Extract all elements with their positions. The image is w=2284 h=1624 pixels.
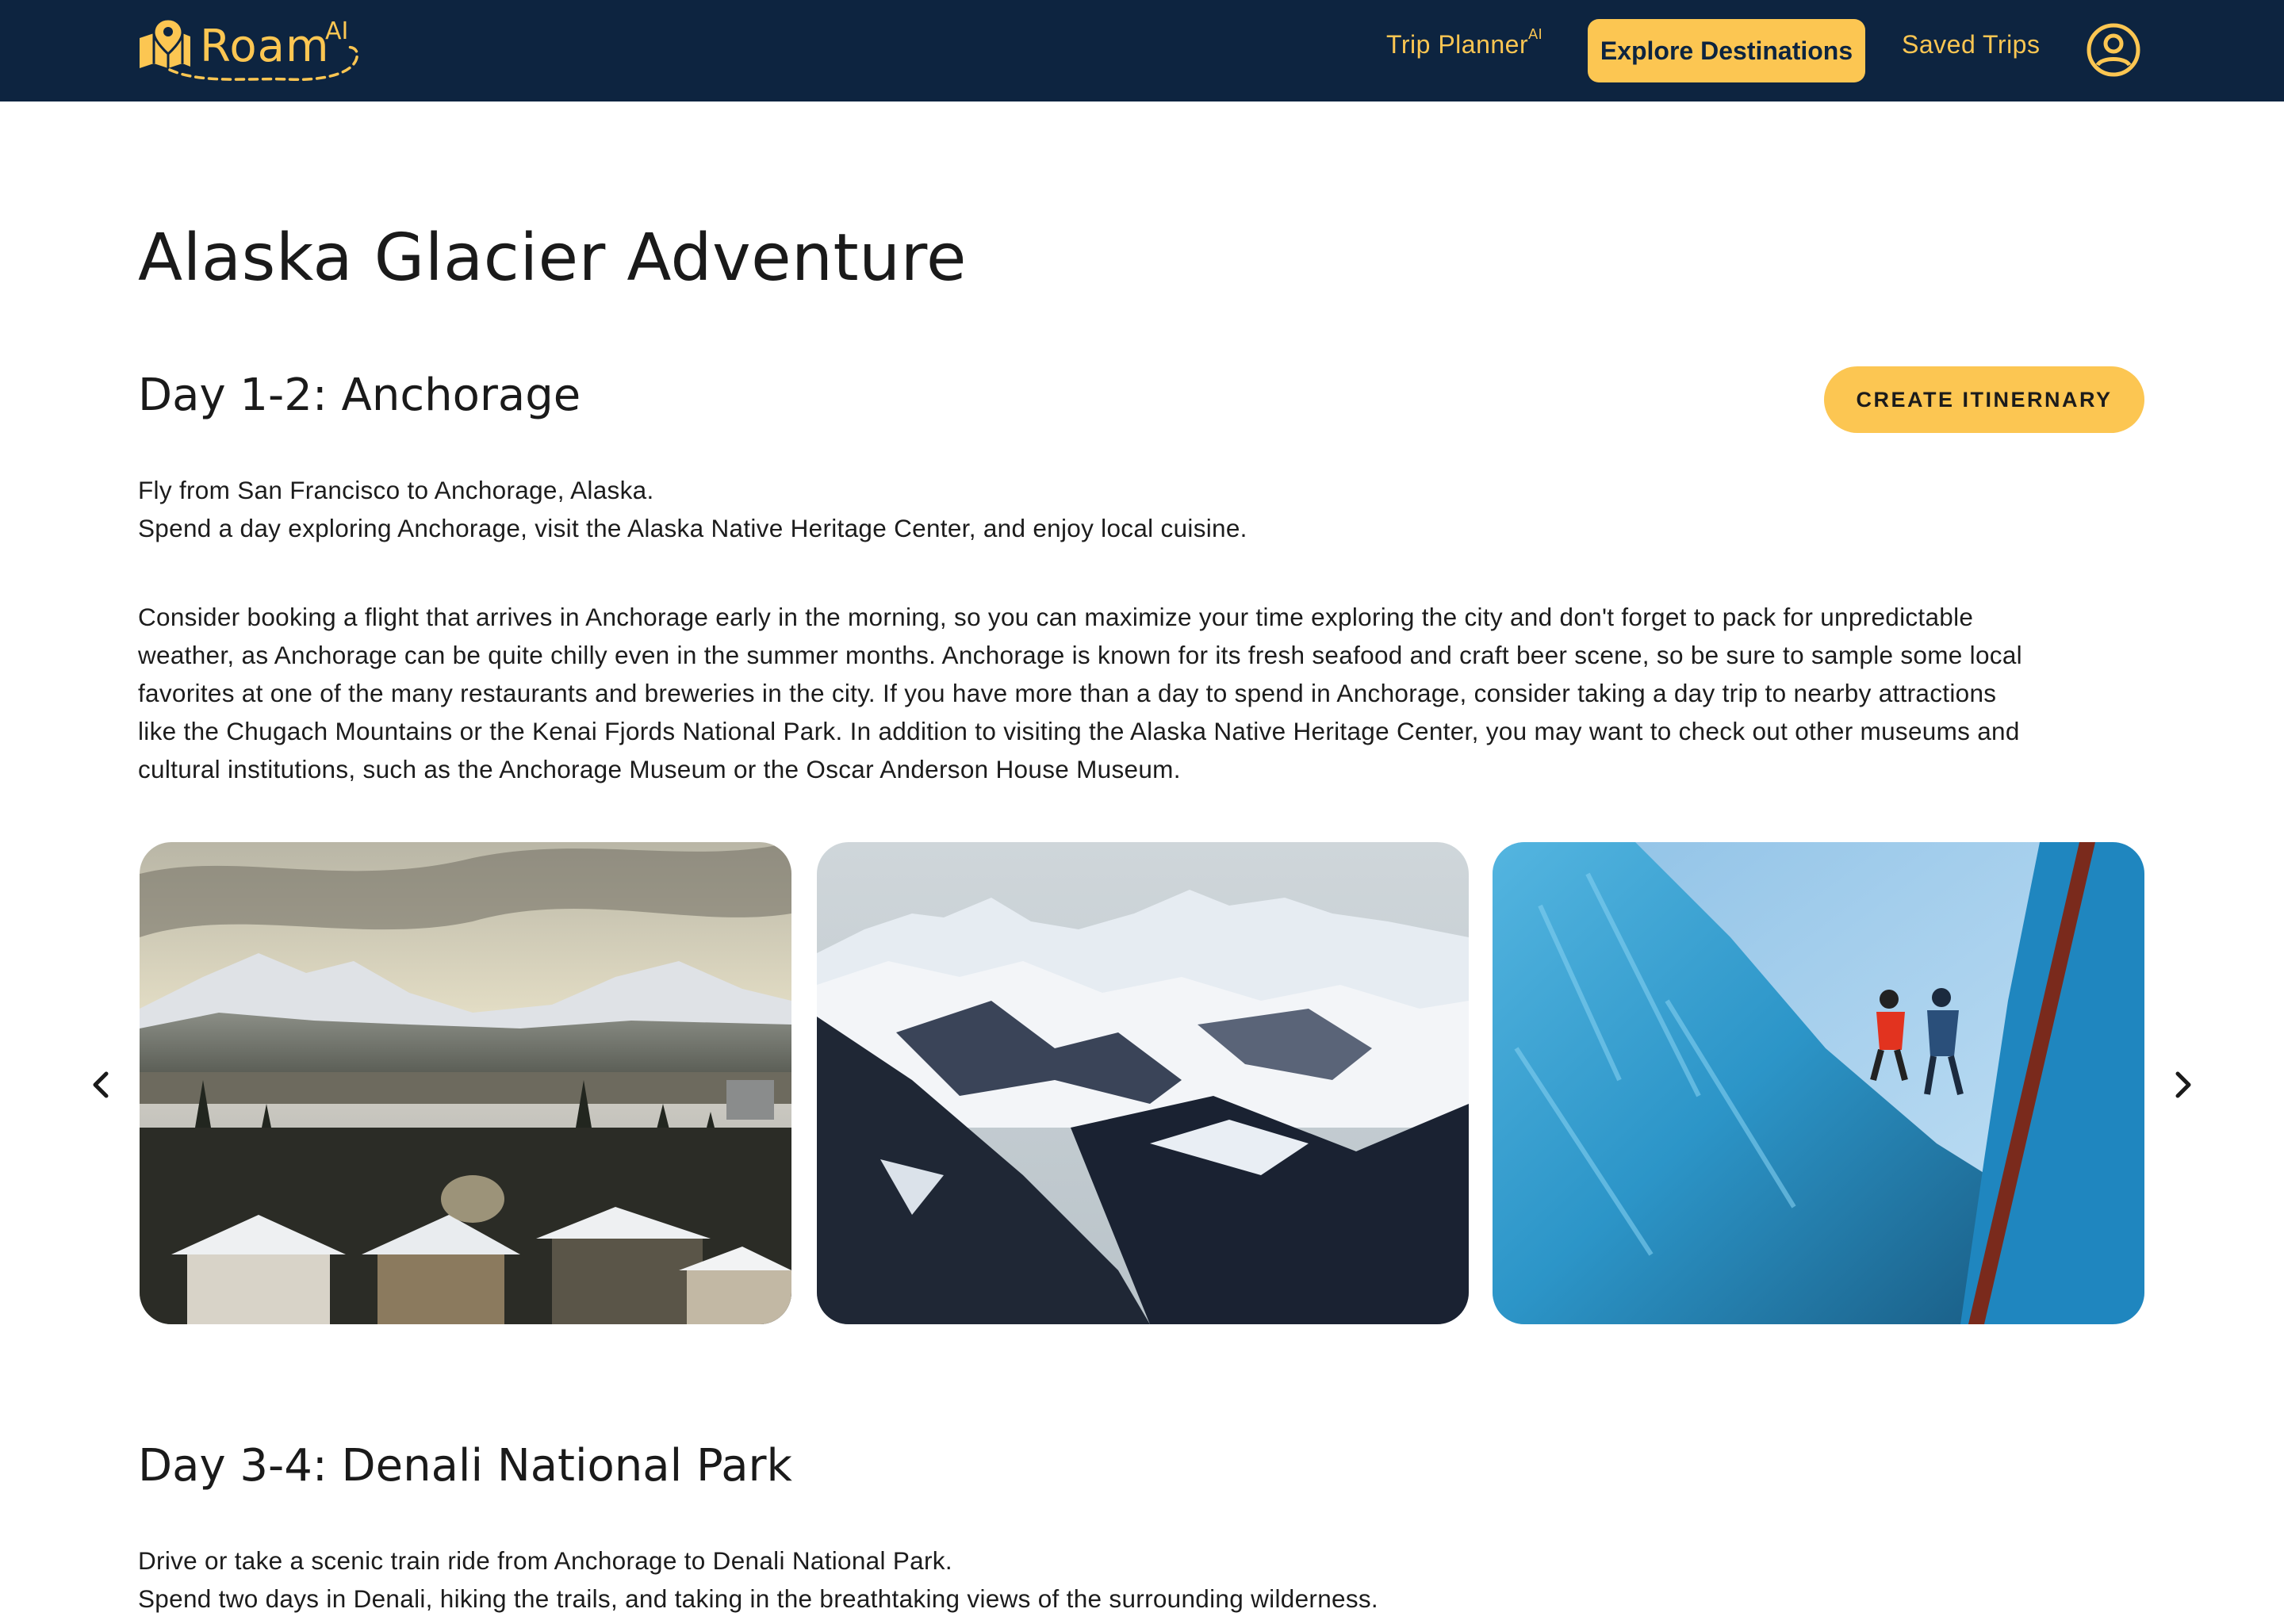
brand-suffix: AI — [325, 17, 349, 45]
nav-explore-destinations[interactable]: Explore Destinations — [1588, 19, 1865, 82]
carousel-photo-anchorage-town — [140, 842, 791, 1324]
nav-trip-planner-sup: AI — [1528, 26, 1543, 43]
page-title: Alaska Glacier Adventure — [138, 220, 968, 296]
day-2-title: Day 3-4: Denali National Park — [138, 1440, 792, 1492]
day-1-title: Day 1-2: Anchorage — [138, 370, 581, 421]
brand-name: Roam — [200, 21, 330, 72]
day-1-tips-line: like the Chugach Mountains or the Kenai … — [138, 717, 2020, 745]
day-2-intro: Drive or take a scenic train ride from A… — [138, 1542, 2152, 1618]
top-navbar: Roam AI Trip PlannerAI Explore Destinati… — [0, 0, 2284, 102]
day-1-tips-line: favorites at one of the many restaurants… — [138, 679, 1997, 707]
create-itinerary-button[interactable]: CREATE ITINERNARY — [1824, 366, 2144, 433]
carousel-photo-ice-climbers — [1493, 842, 2144, 1324]
account-circle-icon[interactable] — [2086, 22, 2141, 78]
carousel-photo-glacier-mountains — [817, 842, 1469, 1324]
day-1-intro-line: Spend a day exploring Anchorage, visit t… — [138, 514, 1247, 542]
day-1-tips-line: weather, as Anchorage can be quite chill… — [138, 641, 2022, 669]
brand-logo[interactable]: Roam AI — [138, 14, 368, 87]
day-2-intro-line: Spend two days in Denali, hiking the tra… — [138, 1584, 1378, 1613]
day-1-intro-line: Fly from San Francisco to Anchorage, Ala… — [138, 476, 654, 504]
day-1-tips-line: cultural institutions, such as the Ancho… — [138, 755, 1181, 783]
chevron-right-icon[interactable] — [2160, 1063, 2205, 1107]
day-1-tips-line: Consider booking a flight that arrives i… — [138, 603, 1974, 631]
day-2-intro-line: Drive or take a scenic train ride from A… — [138, 1546, 952, 1575]
nav-trip-planner-label: Trip Planner — [1386, 30, 1529, 59]
nav-saved-trips[interactable]: Saved Trips — [1902, 30, 2040, 59]
chevron-left-icon[interactable] — [79, 1063, 124, 1107]
nav-trip-planner[interactable]: Trip PlannerAI — [1386, 26, 1542, 59]
day-1-tips: Consider booking a flight that arrives i… — [138, 598, 2152, 788]
day-1-intro: Fly from San Francisco to Anchorage, Ala… — [138, 471, 2152, 547]
